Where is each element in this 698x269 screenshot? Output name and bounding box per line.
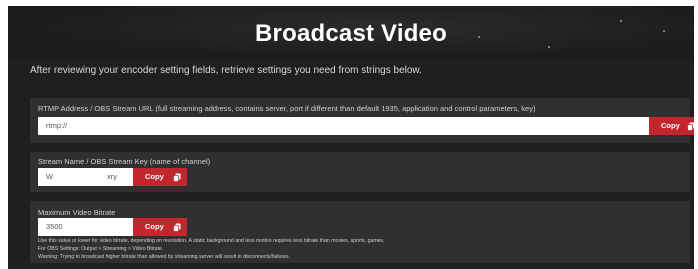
rtmp-address-section: RTMP Address / OBS Stream URL (full stre… bbox=[30, 98, 695, 143]
page-title: Broadcast Video bbox=[255, 20, 447, 47]
stream-name-field[interactable]: W xry bbox=[38, 168, 133, 186]
copy-bitrate-label: Copy bbox=[145, 222, 164, 231]
bitrate-section: Maximum Video Bitrate 3500 Copy Use this… bbox=[30, 201, 690, 263]
bitrate-note: Use this value or lower for video bitrat… bbox=[38, 238, 385, 244]
copy-rtmp-label: Copy bbox=[661, 121, 680, 130]
bitrate-warning: Warning: Trying to broadcast higher bitr… bbox=[38, 254, 291, 260]
stream-name-value: W bbox=[46, 172, 54, 181]
bitrate-note: For OBS Settings: Output > Streaming > V… bbox=[38, 246, 164, 252]
copy-rtmp-button[interactable]: Copy bbox=[649, 117, 695, 135]
copy-icon bbox=[173, 223, 181, 232]
bitrate-field[interactable]: 3500 bbox=[38, 218, 133, 236]
copy-icon bbox=[173, 173, 181, 182]
stream-name-value-suffix: xry bbox=[107, 172, 117, 181]
copy-stream-name-button[interactable]: Copy bbox=[133, 168, 187, 186]
stream-name-label: Stream Name / OBS Stream Key (name of ch… bbox=[38, 157, 211, 166]
header-banner: Broadcast Video bbox=[8, 6, 694, 59]
bitrate-label: Maximum Video Bitrate bbox=[38, 208, 116, 217]
copy-stream-name-label: Copy bbox=[145, 172, 164, 181]
rtmp-address-field[interactable]: rtmp:// bbox=[38, 117, 649, 135]
rtmp-address-label: RTMP Address / OBS Stream URL (full stre… bbox=[38, 104, 536, 113]
copy-icon bbox=[687, 122, 695, 131]
stream-name-section: Stream Name / OBS Stream Key (name of ch… bbox=[30, 152, 690, 192]
intro-text: After reviewing your encoder setting fie… bbox=[30, 65, 422, 76]
copy-bitrate-button[interactable]: Copy bbox=[133, 218, 187, 236]
